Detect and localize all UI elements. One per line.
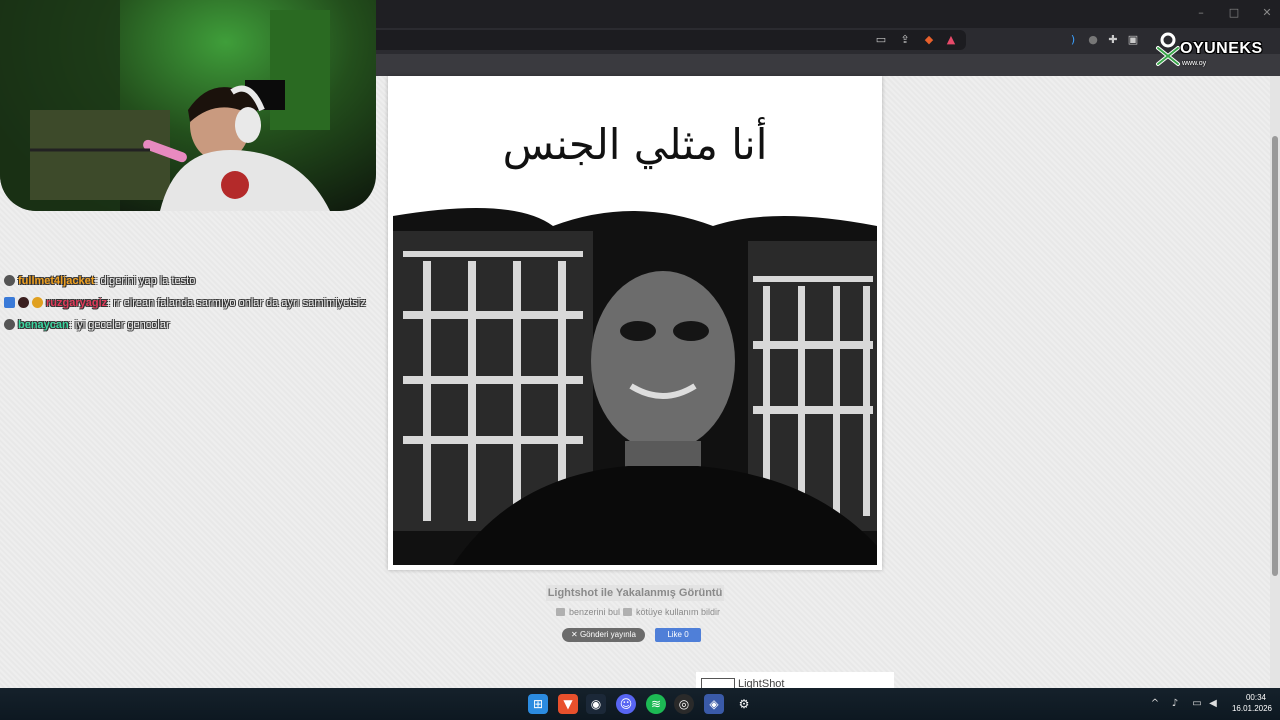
facebook-like-button[interactable]: Like 0	[655, 628, 701, 642]
find-similar-label: benzerini bul	[569, 607, 621, 617]
spotify-icon[interactable]: ≋	[646, 694, 666, 714]
webcam-overlay	[0, 0, 376, 211]
like-label: Like 0	[667, 630, 689, 639]
scrollbar-thumb[interactable]	[1272, 136, 1278, 576]
meme-caption: أنا مثلي الجنس	[502, 120, 768, 169]
brave-shield-icon[interactable]: ◆	[922, 33, 936, 47]
close-icon[interactable]: ✕	[1260, 6, 1274, 20]
extensions-icon[interactable]: ✚	[1106, 33, 1120, 47]
lightshot-widget-label: LightShot	[738, 678, 785, 688]
circle-icon[interactable]: ●	[1086, 33, 1100, 47]
chevron-up-icon[interactable]: ^	[1148, 697, 1162, 711]
watermark-brand: OYUNEKS	[1180, 40, 1263, 57]
brave-rewards-icon[interactable]: ▲	[944, 33, 958, 47]
lightshot-title: Lightshot ile Yakalanmış Görüntü	[546, 585, 724, 601]
discord-icon[interactable]: ☺	[616, 694, 636, 714]
lightshot-logo-icon	[701, 678, 735, 688]
user-badge-icon	[4, 319, 15, 330]
oyuneks-logo-icon	[1156, 32, 1180, 66]
tweet-label: Gönderi yayınla	[579, 630, 636, 639]
audio-icon[interactable]: )	[1066, 33, 1080, 47]
trash-icon	[623, 608, 632, 616]
share-icon[interactable]: ⇪	[898, 33, 912, 47]
chat-text: : iyi geceler gencolar	[68, 319, 170, 331]
scrollbar[interactable]	[1270, 76, 1280, 688]
microphone-icon[interactable]: ♪	[1168, 697, 1182, 711]
network-icon[interactable]: ▭	[1190, 697, 1204, 711]
user-badge-icon	[18, 297, 29, 308]
chat-text: : rr elrean falanda sarmıyo onlar da ayr…	[107, 297, 366, 309]
maximize-icon[interactable]: □	[1227, 6, 1241, 20]
webcam-picture	[0, 0, 330, 211]
screenshot-card: أنا مثلي الجنس	[388, 76, 882, 570]
obs-icon[interactable]: ◎	[674, 694, 694, 714]
windows-taskbar	[0, 688, 1280, 720]
steam-icon[interactable]: ◉	[586, 694, 606, 714]
chat-text: : digerini yap la testo	[94, 275, 196, 287]
clock-time[interactable]: 00:34	[1236, 693, 1276, 702]
find-similar-link[interactable]: benzerini bul	[556, 606, 620, 618]
x-logo-icon: ✕	[571, 630, 580, 639]
envelope-icon	[556, 608, 565, 616]
oyuneks-watermark: OYUNEKS www.oy	[1152, 32, 1264, 72]
report-abuse-label: kötüye kullanım bildir	[636, 607, 721, 617]
sidebar-icon[interactable]: ▣	[1126, 33, 1140, 47]
chat-message: fullmet4ljacket: digerini yap la testo	[4, 274, 195, 288]
clock-date[interactable]: 16.01.2026	[1226, 704, 1278, 713]
chat-message: ruzgaryagiz: rr elrean falanda sarmıyo o…	[4, 296, 366, 310]
lightshot-widget[interactable]: LightShot	[696, 672, 894, 688]
meme-image[interactable]: أنا مثلي الجنس	[393, 76, 877, 565]
chat-message: benaycan: iyi geceler gencolar	[4, 318, 170, 332]
user-badge-icon	[4, 275, 15, 286]
report-abuse-link[interactable]: kötüye kullanım bildir	[623, 606, 720, 618]
watermark-url: www.oy	[1182, 60, 1207, 67]
brave-icon[interactable]: ▼	[558, 694, 578, 714]
chat-username: ruzgaryagiz	[46, 297, 108, 309]
settings-icon[interactable]: ⚙	[734, 694, 754, 714]
minimize-icon[interactable]: –	[1194, 6, 1208, 20]
subscriber-badge-icon	[4, 297, 15, 308]
chat-username: benaycan	[18, 319, 69, 331]
volume-icon[interactable]: ◀	[1206, 697, 1220, 711]
app-icon[interactable]: ◈	[704, 694, 724, 714]
windows-start-icon[interactable]: ⊞	[528, 694, 548, 714]
tweet-button[interactable]: ✕ Gönderi yayınla	[562, 628, 645, 642]
screen-icon[interactable]: ▭	[874, 33, 888, 47]
chat-username: fullmet4ljacket	[18, 275, 95, 287]
emoji-badge-icon	[32, 297, 43, 308]
